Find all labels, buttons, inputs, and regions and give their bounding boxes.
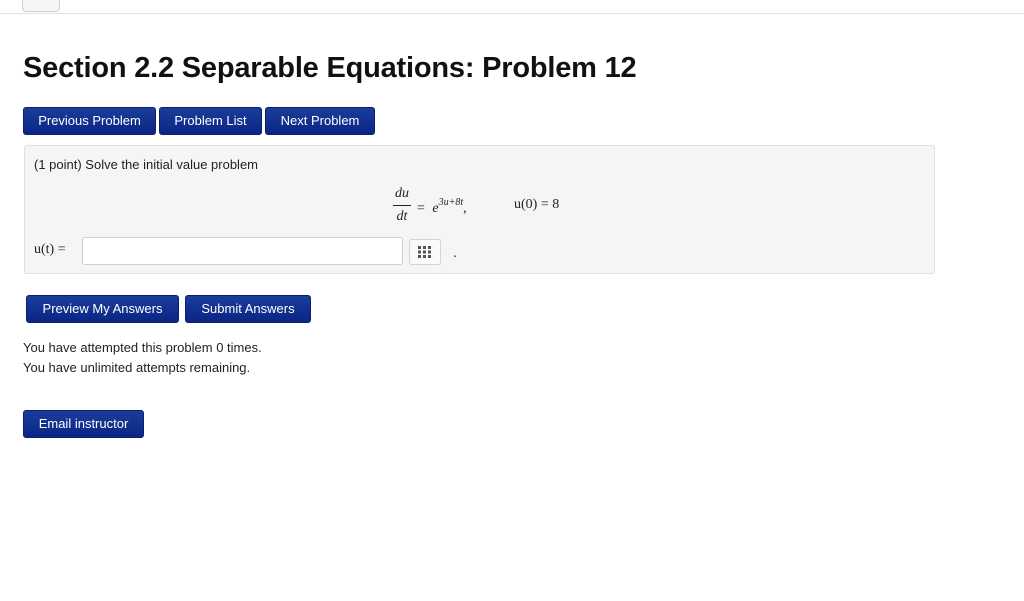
- exp-exponent: 3u+8t: [438, 197, 464, 208]
- problem-intro: (1 point) Solve the initial value proble…: [34, 157, 259, 172]
- equals-sign: =: [417, 201, 425, 216]
- equation-comma: ,: [463, 201, 467, 216]
- fraction-bar: [393, 205, 411, 206]
- email-instructor-button[interactable]: Email instructor: [23, 410, 144, 438]
- answer-input[interactable]: [82, 237, 403, 265]
- submit-answers-button[interactable]: Submit Answers: [185, 295, 311, 323]
- fraction-denominator: dt: [396, 209, 408, 224]
- derivative-fraction: du dt: [393, 186, 411, 225]
- next-problem-button[interactable]: Next Problem: [265, 107, 375, 135]
- fraction-numerator: du: [395, 186, 409, 201]
- previous-problem-button[interactable]: Previous Problem: [23, 107, 156, 135]
- top-strip: [0, 0, 1024, 14]
- preview-answers-button[interactable]: Preview My Answers: [26, 295, 179, 323]
- initial-condition: u(0) = 8: [514, 197, 560, 212]
- answer-label: u(t) =: [34, 242, 66, 257]
- remaining-message: You have unlimited attempts remaining.: [23, 360, 251, 375]
- top-tab[interactable]: [22, 0, 60, 12]
- problem-list-button[interactable]: Problem List: [159, 107, 262, 135]
- equation-rhs: = e3u+8t,: [417, 197, 467, 217]
- grid-icon: [418, 246, 431, 258]
- equation-editor-button[interactable]: [409, 239, 441, 265]
- problem-panel: (1 point) Solve the initial value proble…: [24, 145, 935, 274]
- answer-period: .: [453, 244, 457, 260]
- attempts-message: You have attempted this problem 0 times.: [23, 340, 262, 355]
- page-title: Section 2.2 Separable Equations: Problem…: [23, 52, 637, 84]
